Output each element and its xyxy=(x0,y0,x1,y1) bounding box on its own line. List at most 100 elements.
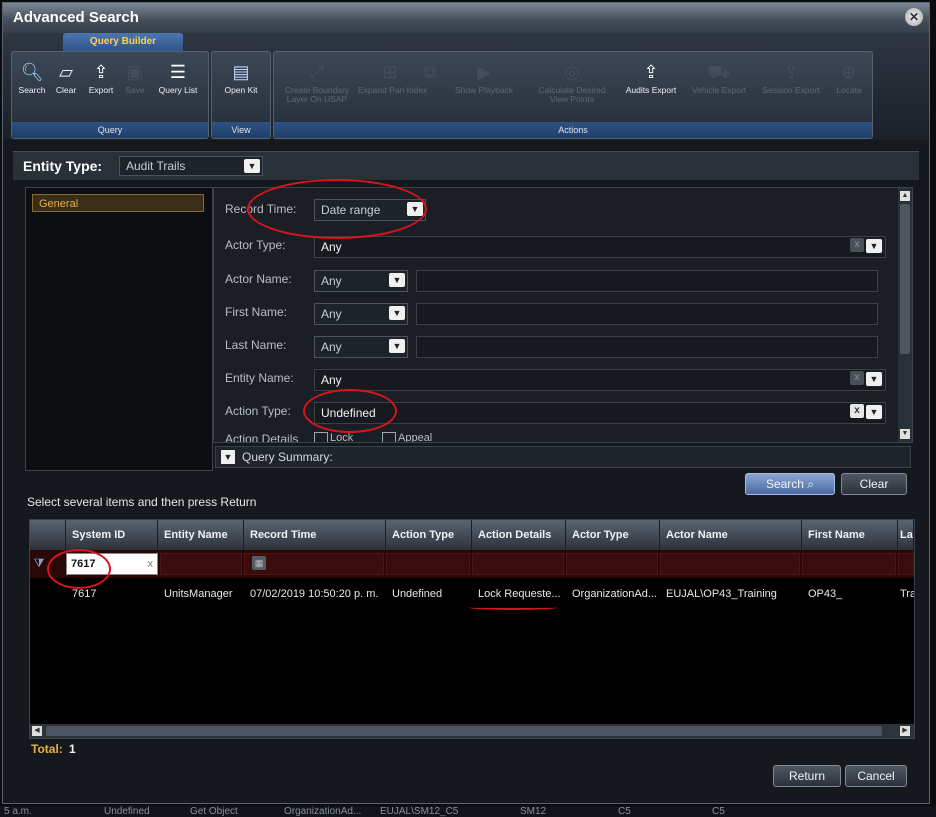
record-time-value: Date range xyxy=(321,203,381,217)
chevron-down-icon[interactable]: ▼ xyxy=(244,159,260,173)
filter-icon[interactable]: ⧩ xyxy=(32,556,46,572)
playback-icon: ▶ xyxy=(477,62,491,82)
column-header-action-details[interactable]: Action Details xyxy=(472,520,566,550)
background-grid-row: 5 a.m. Undefined Get Object Organization… xyxy=(0,806,936,817)
clear-button[interactable]: Clear xyxy=(841,473,907,495)
close-button[interactable]: ✕ xyxy=(905,8,923,26)
ribbon-search-button[interactable]: 🔍︎ Search xyxy=(14,56,50,112)
search-button[interactable]: Search ⌕ xyxy=(745,473,835,495)
chevron-down-icon[interactable]: ▼ xyxy=(866,239,882,253)
entity-name-filter[interactable] xyxy=(160,553,242,575)
first-name-mode-select[interactable]: Any ▼ xyxy=(314,303,408,325)
entity-name-dropdown[interactable]: ▼ xyxy=(866,371,884,387)
ribbon-create-boundary-button[interactable]: ⤢ Create Boundary Layer On USAP xyxy=(278,56,356,112)
grid-scroll-thumb[interactable] xyxy=(46,726,882,736)
column-header-action-type[interactable]: Action Type xyxy=(386,520,472,550)
ribbon-filter-button[interactable]: ⧉ xyxy=(418,56,437,112)
calendar-icon[interactable]: ▦ xyxy=(252,556,266,570)
session-icon: ⇪ xyxy=(783,62,799,82)
ribbon-locate-button[interactable]: ⊕ Locate xyxy=(830,56,868,112)
entity-type-select[interactable]: Audit Trails ▼ xyxy=(119,156,263,176)
column-header-record-time[interactable]: Record Time xyxy=(244,520,386,550)
column-header-actor-type[interactable]: Actor Type xyxy=(566,520,660,550)
ribbon-expand-pan-index-button[interactable]: ⊞ Expand Pan Index xyxy=(358,56,427,112)
return-button[interactable]: Return xyxy=(773,765,841,787)
column-header-system-id[interactable]: System ID xyxy=(66,520,158,550)
scroll-right-icon[interactable]: ▶ xyxy=(900,726,910,736)
grid-header: System ID Entity Name Record Time Action… xyxy=(30,520,914,550)
entity-name-field[interactable]: Any xyxy=(314,369,886,391)
scroll-down-icon[interactable]: ▼ xyxy=(900,429,910,439)
chevron-down-icon[interactable]: ▼ xyxy=(866,372,882,386)
action-type-dropdown[interactable]: ▼ xyxy=(866,404,884,420)
cell-last-name: Tra xyxy=(900,588,914,600)
scroll-up-icon[interactable]: ▲ xyxy=(900,191,910,201)
column-header-last[interactable]: La xyxy=(898,520,914,550)
red-underline-annotation-action-details xyxy=(469,605,557,610)
actor-name-filter[interactable] xyxy=(660,553,800,575)
table-row[interactable]: 7617 UnitsManager 07/02/2019 10:50:20 p.… xyxy=(30,580,914,608)
ribbon-save-button[interactable]: ▣ Save xyxy=(120,56,150,112)
ribbon-clear-button[interactable]: ▱ Clear xyxy=(50,56,82,112)
window-title: Advanced Search xyxy=(13,9,139,26)
last-name-filter[interactable] xyxy=(898,553,914,575)
action-type-filter[interactable] xyxy=(386,553,470,575)
ribbon-export-button[interactable]: ⇪ Export xyxy=(84,56,118,112)
last-name-mode-value: Any xyxy=(321,340,342,354)
cell-actor-type: OrganizationAd... xyxy=(572,588,657,600)
chevron-down-icon[interactable]: ▼ xyxy=(866,405,882,419)
actor-type-clear-button[interactable]: x xyxy=(850,238,864,252)
actor-name-mode-select[interactable]: Any ▼ xyxy=(314,270,408,292)
last-name-input[interactable] xyxy=(416,336,878,358)
action-details-filter[interactable] xyxy=(472,553,564,575)
last-name-mode-select[interactable]: Any ▼ xyxy=(314,336,408,358)
actor-name-input[interactable] xyxy=(416,270,878,292)
criteria-scrollbar[interactable]: ▲ ▼ xyxy=(898,188,912,442)
actor-type-field[interactable]: Any xyxy=(314,236,886,258)
first-name-filter[interactable] xyxy=(802,553,896,575)
ribbon-calculate-view-points-button[interactable]: ◎ Calculate Desired View Points xyxy=(530,56,614,112)
category-list: General xyxy=(25,187,213,471)
chevron-down-icon[interactable]: ▼ xyxy=(389,306,405,320)
action-type-clear-button[interactable]: x xyxy=(850,404,864,418)
ribbon-group-view-label: View xyxy=(212,122,270,138)
first-name-input[interactable] xyxy=(416,303,878,325)
actor-name-mode-value: Any xyxy=(321,274,342,288)
action-details-checkbox-2[interactable] xyxy=(382,432,396,442)
system-id-filter-value: 7617 xyxy=(71,558,96,570)
ribbon-open-kit-button[interactable]: ▤ Open Kit xyxy=(214,56,268,112)
scroll-left-icon[interactable]: ◀ xyxy=(32,726,42,736)
entity-type-value: Audit Trails xyxy=(126,159,186,173)
locate-icon: ⊕ xyxy=(841,62,857,82)
chevron-down-icon[interactable]: ▼ xyxy=(407,202,423,216)
ribbon-session-export-button[interactable]: ⇪ Session Export xyxy=(758,56,824,112)
cancel-button[interactable]: Cancel xyxy=(845,765,907,787)
ribbon-query-list-button[interactable]: ☰ Query List xyxy=(152,56,204,112)
chevron-down-icon[interactable]: ▼ xyxy=(389,339,405,353)
column-header-actor-name[interactable]: Actor Name xyxy=(660,520,802,550)
filter-clear-icon[interactable]: x xyxy=(148,554,154,574)
column-header-first-name[interactable]: First Name xyxy=(802,520,898,550)
ribbon-audits-export-button[interactable]: ⇪ Audits Export xyxy=(618,56,684,112)
expand-icon[interactable]: ▼ xyxy=(221,450,235,464)
entity-name-clear-button[interactable]: x xyxy=(850,371,864,385)
chevron-down-icon[interactable]: ▼ xyxy=(389,273,405,287)
row-action-details: Action Details Lock Appeal xyxy=(214,432,894,442)
column-header-entity-name[interactable]: Entity Name xyxy=(158,520,244,550)
actor-type-dropdown[interactable]: ▼ xyxy=(866,238,884,254)
row-record-time: Record Time: Date range ▼ xyxy=(214,198,894,222)
ribbon-show-playback-button[interactable]: ▶ Show Playback xyxy=(444,56,524,112)
ribbon-vehicle-export-button[interactable]: ⛟ Vehicle Export xyxy=(686,56,752,112)
grid-horizontal-scrollbar[interactable]: ◀ ▶ xyxy=(30,724,914,738)
category-item-general[interactable]: General xyxy=(32,194,204,212)
record-time-select[interactable]: Date range ▼ xyxy=(314,199,426,221)
action-type-field[interactable]: Undefined xyxy=(314,402,886,424)
actor-type-filter[interactable] xyxy=(566,553,658,575)
bg-cell-first-name: SM12 xyxy=(520,806,547,817)
title-bar[interactable]: Advanced Search ✕ xyxy=(3,3,929,34)
query-summary-bar[interactable]: ▼ Query Summary: xyxy=(215,446,911,468)
system-id-filter-input[interactable]: 7617 x xyxy=(66,553,158,575)
scroll-thumb[interactable] xyxy=(900,204,910,354)
action-details-checkbox-1[interactable] xyxy=(314,432,328,442)
tab-query-builder[interactable]: Query Builder xyxy=(63,33,183,51)
